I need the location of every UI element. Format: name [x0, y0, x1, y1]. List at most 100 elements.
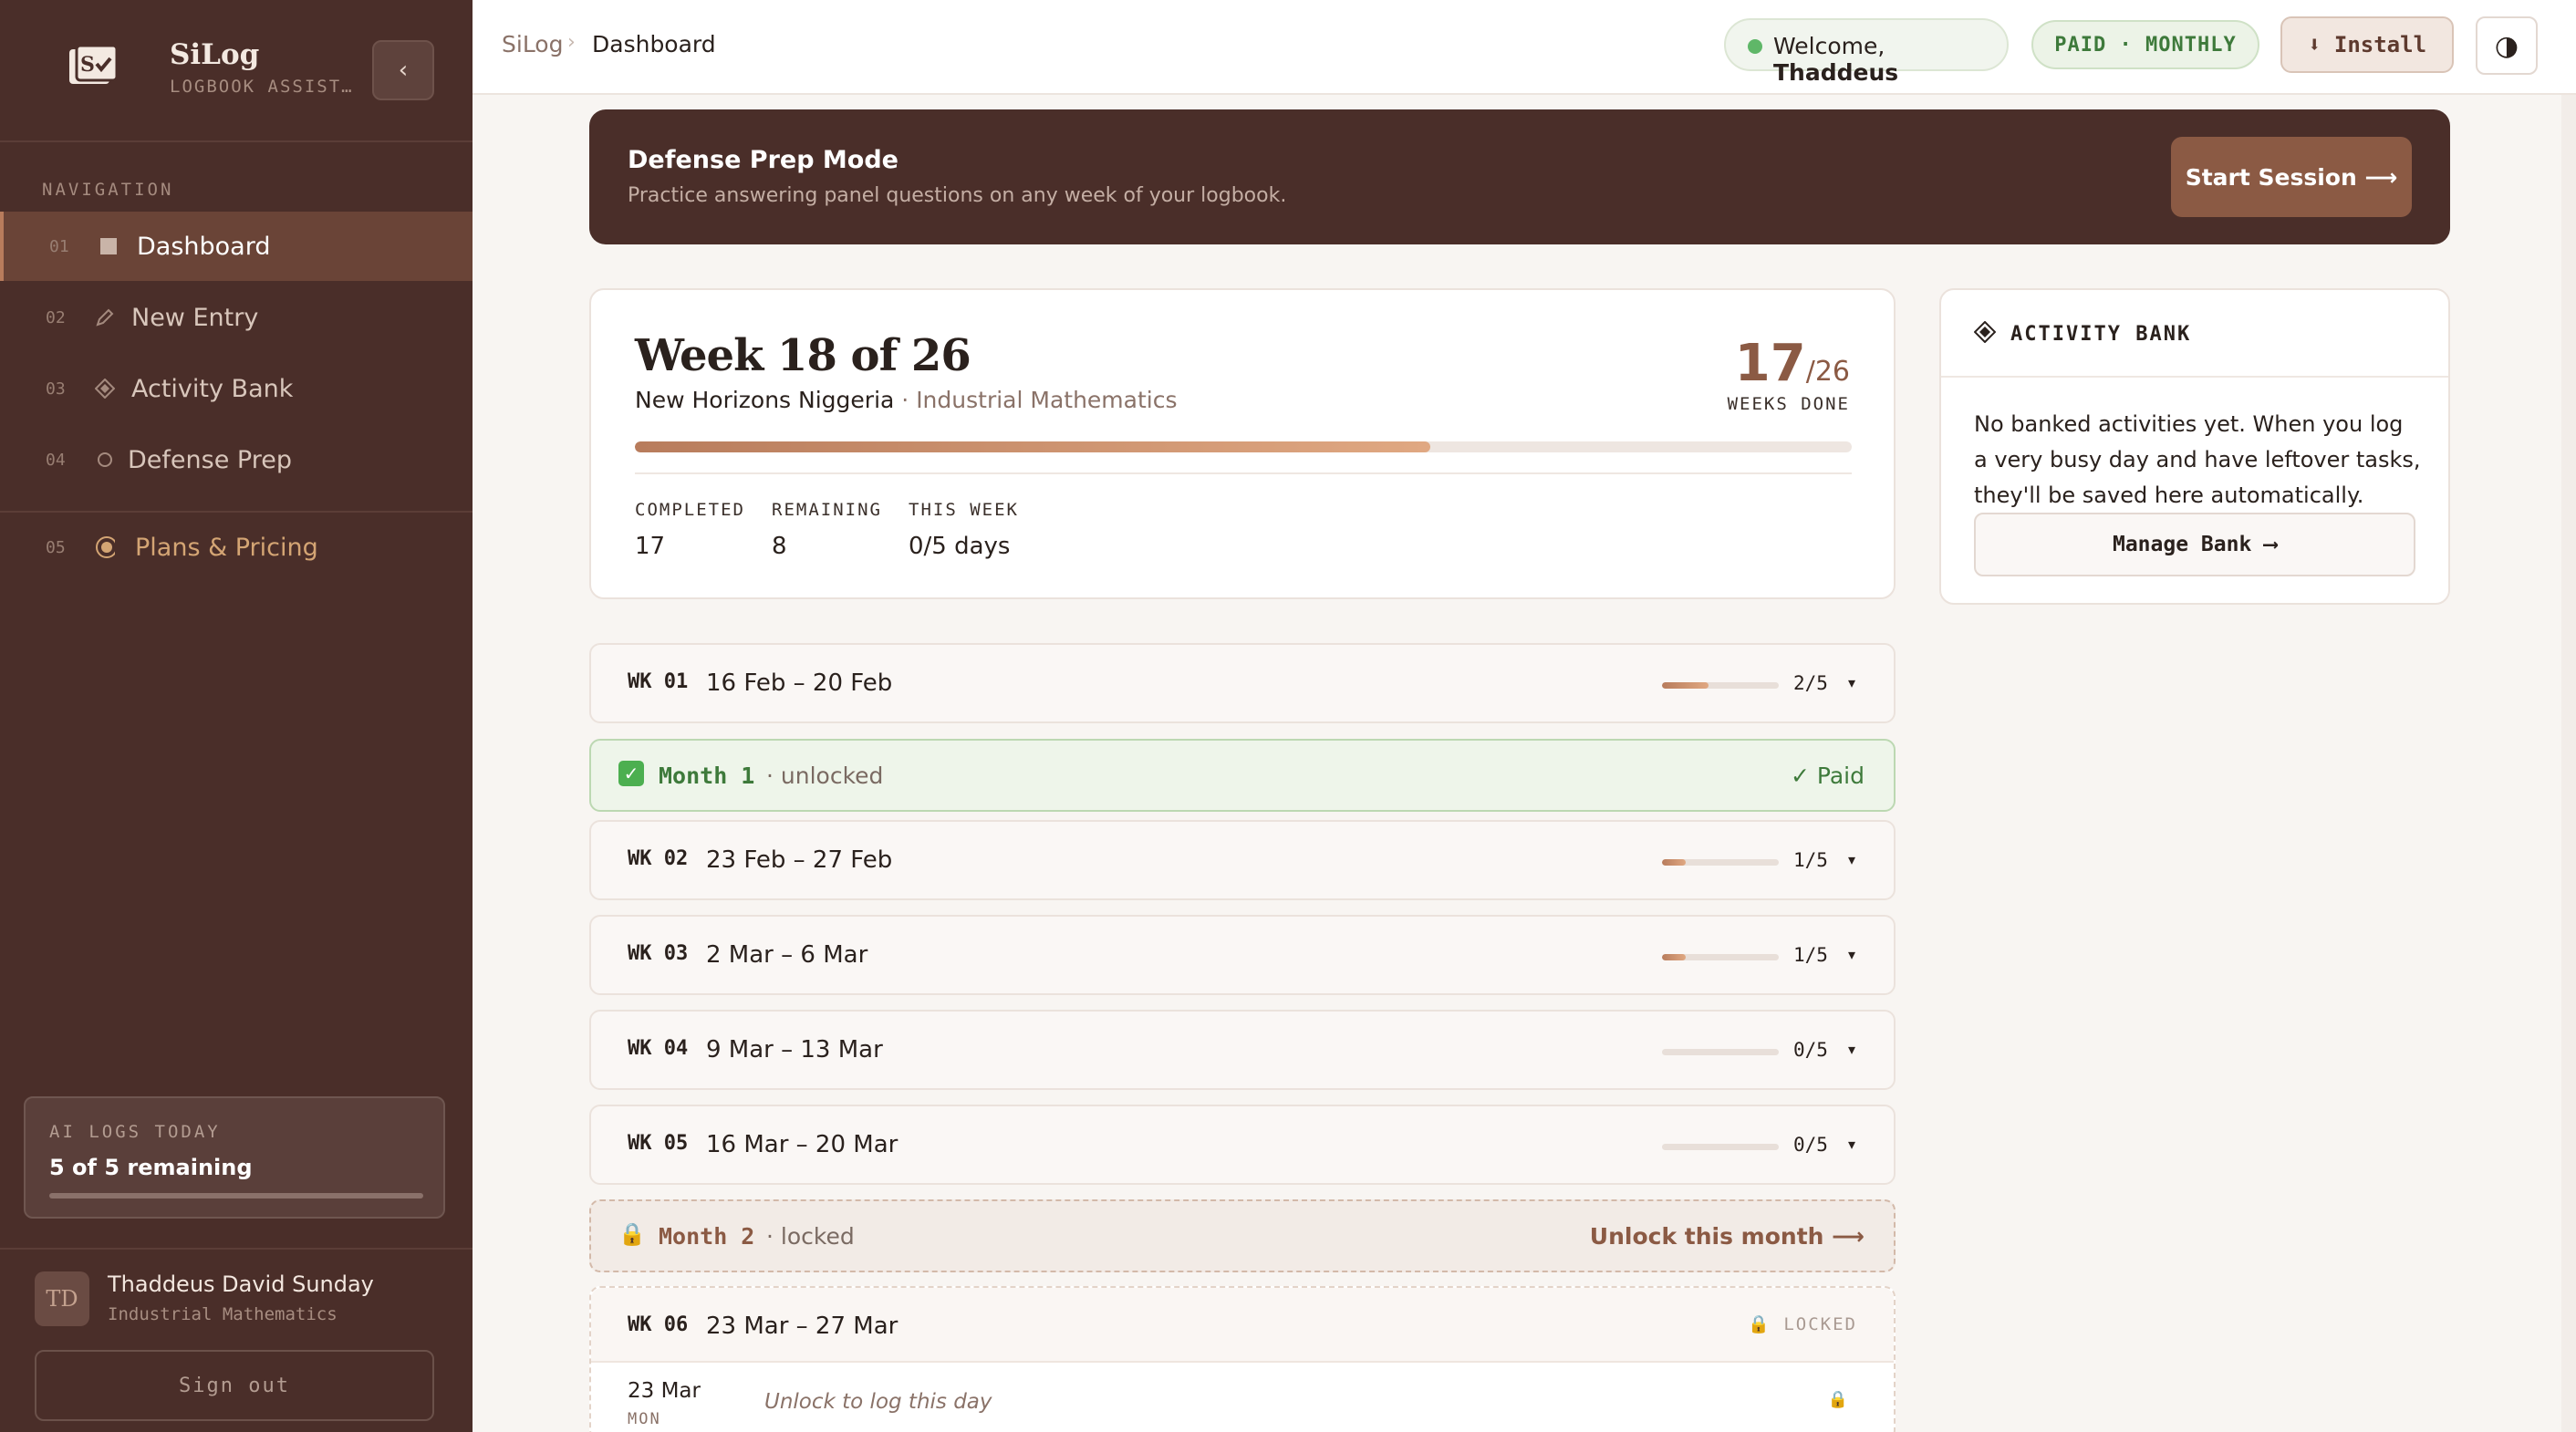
- plan-badge: PAID · MONTHLY: [2031, 20, 2259, 69]
- nav-number: 02: [46, 307, 66, 327]
- week-row-03[interactable]: WK 03 2 Mar – 6 Mar 1/5 ▾: [589, 915, 1896, 995]
- weeks-done-label: WEEKS DONE: [1727, 394, 1850, 414]
- month-label: Month 2: [659, 1223, 755, 1250]
- square-icon: [99, 236, 119, 256]
- paid-status: ✓ Paid: [1791, 763, 1864, 789]
- sidebar-item-activity-bank[interactable]: 03 Activity Bank: [0, 354, 473, 423]
- week-progress-bar: [1662, 859, 1779, 866]
- topbar: SiLog › Dashboard Welcome, Thaddeus PAID…: [473, 0, 2576, 95]
- pencil-icon: [95, 307, 115, 327]
- month-status: · unlocked: [766, 763, 884, 789]
- nav-label: Dashboard: [137, 232, 271, 261]
- day-locked-hint: Unlock to log this day: [764, 1390, 992, 1414]
- scrollbar[interactable]: [2561, 95, 2576, 1432]
- contrast-icon: ◑: [2494, 29, 2519, 62]
- ai-logs-bar: [49, 1193, 423, 1199]
- sidebar-item-dashboard[interactable]: 01 Dashboard: [0, 212, 473, 281]
- theme-toggle-button[interactable]: ◑: [2476, 16, 2538, 75]
- diamond-icon: [95, 379, 115, 399]
- sidebar-item-plans-pricing[interactable]: 05 Plans & Pricing: [0, 513, 473, 582]
- sign-out-button[interactable]: Sign out: [35, 1350, 434, 1421]
- nav-number: 01: [49, 236, 69, 256]
- welcome-text: Welcome, Thaddeus: [1773, 33, 1899, 86]
- nav-number: 03: [46, 379, 66, 399]
- week-row-05[interactable]: WK 05 16 Mar – 20 Mar 0/5 ▾: [589, 1105, 1896, 1185]
- week-dates: 16 Mar – 20 Mar: [706, 1131, 898, 1158]
- week-row-04[interactable]: WK 04 9 Mar – 13 Mar 0/5 ▾: [589, 1010, 1896, 1090]
- avatar: TD: [35, 1271, 89, 1326]
- chevron-down-icon: ▾: [1848, 946, 1856, 963]
- stat-completed: COMPLETED 17: [635, 500, 745, 560]
- start-session-button[interactable]: Start Session ⟶: [2171, 137, 2412, 217]
- week-row-01[interactable]: WK 01 16 Feb – 20 Feb 2/5 ▾: [589, 643, 1896, 723]
- breadcrumb-current: Dashboard: [592, 31, 716, 57]
- week-dates: 16 Feb – 20 Feb: [706, 669, 893, 697]
- day-date: 23 Mar: [628, 1379, 701, 1403]
- manage-bank-button[interactable]: Manage Bank ⟶: [1974, 513, 2415, 576]
- diamond-icon: [1973, 320, 1997, 348]
- week-count: 1/5: [1793, 944, 1828, 966]
- sidebar-item-defense-prep[interactable]: 04 Defense Prep: [0, 425, 473, 494]
- lock-icon: 🔒: [618, 1221, 646, 1247]
- week-dates: 23 Mar – 27 Mar: [706, 1313, 898, 1340]
- stat-this-week: THIS WEEK 0/5 days: [909, 500, 1019, 560]
- coin-icon: [95, 536, 115, 558]
- week-row-06-locked: WK 06 23 Mar – 27 Mar 🔒 LOCKED 23 Mar MO…: [589, 1286, 1896, 1432]
- week-summary-card: Week 18 of 26 New Horizons Niggeria · In…: [589, 288, 1896, 599]
- month-2-row: 🔒 Month 2 · locked Unlock this month ⟶: [589, 1199, 1896, 1272]
- week-progress-bar: [1662, 1049, 1779, 1055]
- week-department: Industrial Mathematics: [916, 387, 1178, 413]
- month-label: Month 1: [659, 763, 755, 789]
- week-code: WK 06: [628, 1313, 689, 1336]
- month-status: · locked: [766, 1223, 855, 1250]
- logo-icon: S: [69, 44, 119, 84]
- weeks-done-count: 17/26: [1734, 334, 1850, 393]
- stat-remaining: REMAINING 8: [772, 500, 882, 560]
- day-of-week: MON: [628, 1410, 661, 1428]
- week-progress-bar: [1662, 682, 1779, 689]
- week-row-02[interactable]: WK 02 23 Feb – 27 Feb 1/5 ▾: [589, 820, 1896, 900]
- install-button[interactable]: ⬇ Install: [2280, 16, 2454, 73]
- activity-bank-title: ACTIVITY BANK: [2010, 323, 2192, 346]
- nav-label: Plans & Pricing: [135, 533, 318, 562]
- collapse-sidebar-button[interactable]: ‹: [372, 40, 434, 100]
- sidebar: S SiLog LOGBOOK ASSISTANT ‹ NAVIGATION 0…: [0, 0, 473, 1432]
- locked-tag: 🔒 LOCKED: [1748, 1314, 1857, 1334]
- breadcrumb-root[interactable]: SiLog: [502, 31, 563, 57]
- chevron-left-icon: ‹: [398, 57, 409, 84]
- activity-bank-header: ACTIVITY BANK: [1941, 290, 2448, 378]
- nav-label: Defense Prep: [128, 445, 292, 474]
- week-code: WK 03: [628, 942, 689, 965]
- online-status-icon: [1748, 39, 1762, 54]
- week-progress-bar: [1662, 1144, 1779, 1150]
- nav-label: Activity Bank: [131, 374, 294, 403]
- breadcrumb-separator: ›: [567, 31, 576, 54]
- defense-prep-banner: Defense Prep Mode Practice answering pan…: [589, 109, 2450, 244]
- svg-text:S: S: [80, 53, 95, 77]
- week-dates: 9 Mar – 13 Mar: [706, 1036, 883, 1064]
- nav-number: 05: [46, 537, 66, 557]
- lock-icon: 🔒: [1827, 1390, 1848, 1409]
- ai-logs-value: 5 of 5 remaining: [49, 1155, 253, 1180]
- activity-bank-empty-text: No banked activities yet. When you log a…: [1974, 411, 2421, 508]
- week-dates: 2 Mar – 6 Mar: [706, 941, 868, 969]
- week-code: WK 05: [628, 1132, 689, 1155]
- week-progress-fill: [635, 441, 1431, 452]
- user-block: TD Thaddeus David Sunday Industrial Math…: [0, 1248, 473, 1432]
- unlock-month-link[interactable]: Unlock this month ⟶: [1590, 1223, 1864, 1250]
- divider: [635, 472, 1852, 474]
- week-progress-bar: [635, 441, 1852, 452]
- week-count: 1/5: [1793, 849, 1828, 871]
- brand-name: SiLog: [170, 38, 260, 71]
- circle-icon: [95, 450, 115, 470]
- week-count: 0/5: [1793, 1134, 1828, 1156]
- week-count: 0/5: [1793, 1039, 1828, 1061]
- chevron-down-icon: ▾: [1848, 1136, 1856, 1153]
- week-progress-bar: [1662, 954, 1779, 960]
- week-dates: 23 Feb – 27 Feb: [706, 846, 893, 874]
- checkbox-icon: ✓: [618, 761, 644, 786]
- week-code: WK 04: [628, 1037, 689, 1060]
- sidebar-item-new-entry[interactable]: 02 New Entry: [0, 283, 473, 352]
- week-header: WK 06 23 Mar – 27 Mar 🔒 LOCKED: [591, 1288, 1894, 1363]
- chevron-down-icon: ▾: [1848, 851, 1856, 868]
